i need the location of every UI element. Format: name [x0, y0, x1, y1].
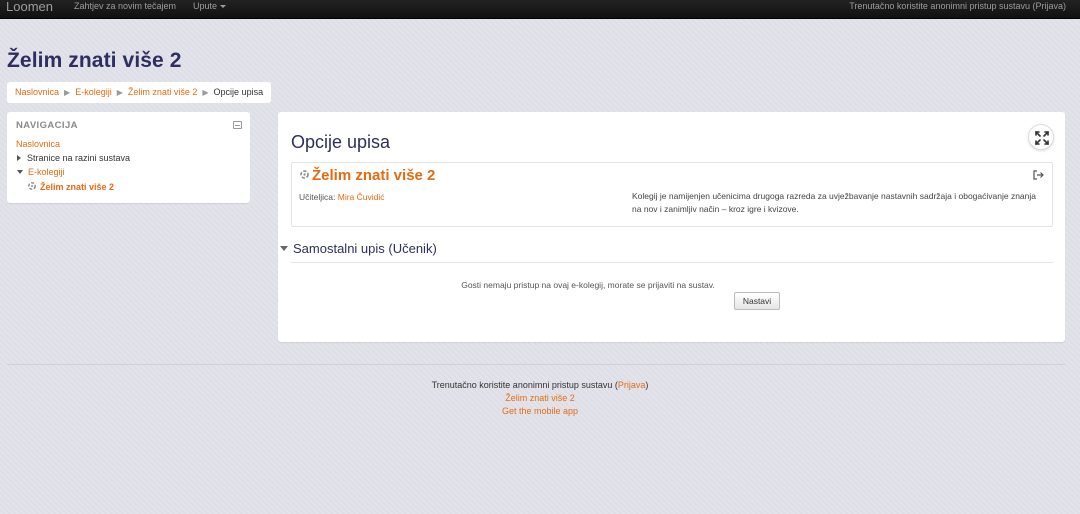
nav-help-menu[interactable]: Upute: [193, 0, 227, 14]
navigation-block-title: NAVIGACIJA: [16, 120, 78, 131]
footer-course-link[interactable]: Želim znati više 2: [505, 393, 575, 403]
breadcrumb-separator-icon: ▶: [116, 88, 123, 97]
self-enrol-section-toggle[interactable]: Samostalni upis (Učenik): [280, 241, 437, 256]
page-title: Želim znati više 2: [7, 49, 182, 72]
course-box: Želim znati više 2 Učiteljica: Mira Čuvi…: [291, 162, 1053, 227]
breadcrumb-separator-icon: ▶: [202, 88, 209, 97]
self-enrol-section-title: Samostalni upis (Učenik): [293, 241, 437, 256]
breadcrumb-separator-icon: ▶: [64, 88, 71, 97]
expand-icon: [1035, 131, 1049, 145]
footer-mobile-app-link[interactable]: Get the mobile app: [502, 406, 578, 416]
breadcrumb-course[interactable]: Želim znati više 2: [128, 87, 198, 97]
collapse-arrow-icon: [17, 170, 23, 174]
nav-item-current-course[interactable]: Želim znati više 2: [27, 181, 114, 192]
nav-help-label: Upute: [193, 1, 218, 11]
main-title: Opcije upisa: [291, 132, 391, 152]
continue-button[interactable]: Nastavi: [734, 292, 780, 310]
nav-item-courses-label: E-kolegiji: [28, 167, 65, 177]
guest-message: Gosti nemaju pristup na ovaj e-kolegij, …: [461, 280, 715, 290]
teacher-name-link[interactable]: Mira Čuvidić: [338, 192, 385, 202]
section-divider: [291, 262, 1053, 263]
footer-login-info: Trenutačno koristite anonimni pristup su…: [0, 380, 1080, 390]
nav-item-courses[interactable]: E-kolegiji: [17, 167, 65, 177]
brand-logo[interactable]: Loomen: [6, 0, 53, 19]
navigation-block: NAVIGACIJA Naslovnica Stranice na razini…: [7, 112, 250, 203]
course-icon: [28, 182, 36, 190]
expand-arrow-icon: [17, 155, 21, 161]
course-name-link[interactable]: Želim znati više 2: [299, 167, 435, 184]
footer-app-link-row: Get the mobile app: [0, 406, 1080, 416]
nav-item-site-pages[interactable]: Stranice na razini sustava: [17, 153, 130, 163]
login-info[interactable]: Trenutačno koristite anonimni pristup su…: [849, 0, 1066, 14]
course-icon: [300, 170, 309, 179]
footer-login-suffix: ): [645, 380, 649, 390]
course-summary: Kolegij je namijenjen učenicima drugoga …: [632, 191, 1037, 214]
breadcrumb-home[interactable]: Naslovnica: [15, 87, 59, 97]
caret-down-icon: [220, 5, 227, 9]
footer-login-link[interactable]: Prijava: [618, 380, 646, 390]
fullscreen-button[interactable]: [1028, 124, 1054, 150]
teacher-label: Učiteljica:: [299, 192, 336, 202]
breadcrumb-courses[interactable]: E-kolegiji: [75, 87, 112, 97]
breadcrumb-current: Opcije upisa: [213, 87, 264, 97]
nav-request-course[interactable]: Zahtjev za novim tečajem: [74, 0, 176, 14]
nav-item-current-course-label: Želim znati više 2: [40, 182, 115, 192]
main-region: Opcije upisa Želim znati više 2 Učitelji…: [278, 112, 1065, 342]
collapse-block-icon[interactable]: [233, 121, 242, 129]
footer-login-prefix: Trenutačno koristite anonimni pristup su…: [431, 380, 618, 390]
nav-item-site-pages-label: Stranice na razini sustava: [27, 153, 131, 163]
top-navbar: Loomen Zahtjev za novim tečajem Upute Tr…: [0, 0, 1080, 19]
footer-course-link-row: Želim znati više 2: [0, 393, 1080, 403]
breadcrumb: Naslovnica ▶ E-kolegiji ▶ Želim znati više 2…: [7, 82, 272, 103]
collapse-arrow-icon: [280, 246, 288, 251]
nav-item-home[interactable]: Naslovnica: [16, 139, 60, 149]
course-name: Želim znati više 2: [312, 167, 436, 184]
enrol-icon[interactable]: [1033, 170, 1044, 180]
footer-divider: [7, 364, 1065, 365]
course-teacher: Učiteljica: Mira Čuvidić: [299, 192, 385, 202]
